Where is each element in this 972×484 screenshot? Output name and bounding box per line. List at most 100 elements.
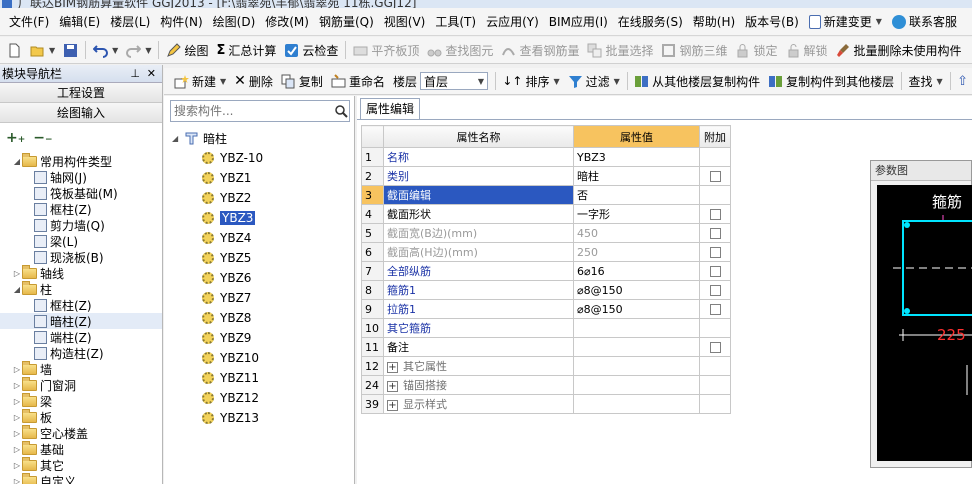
- menu-online[interactable]: 在线服务(S): [613, 8, 688, 36]
- expand-all-icon[interactable]: ++: [6, 130, 25, 146]
- property-value-cell[interactable]: 450: [573, 223, 700, 243]
- property-value-cell[interactable]: [573, 394, 700, 414]
- nav-tree-item[interactable]: ▷ 轴线: [0, 264, 162, 281]
- component-search-input[interactable]: [170, 100, 350, 122]
- property-row[interactable]: 10 其它箍筋: [361, 318, 731, 338]
- component-item[interactable]: YBZ7: [172, 288, 263, 308]
- component-item[interactable]: YBZ1: [172, 168, 263, 188]
- expand-toggle-icon[interactable]: ▷: [12, 365, 22, 374]
- undo-button[interactable]: ▼: [89, 39, 122, 61]
- nav-tree-item[interactable]: 剪力墙(Q): [0, 217, 162, 233]
- property-row[interactable]: 6 截面高(H边)(mm) 250: [361, 242, 731, 262]
- menu-help[interactable]: 帮助(H): [688, 8, 740, 36]
- copy-to-floor-button[interactable]: 复制构件到其他楼层: [764, 70, 898, 92]
- property-value-cell[interactable]: ⌀8@150: [573, 299, 700, 319]
- component-item[interactable]: YBZ9: [172, 328, 263, 348]
- property-row[interactable]: 11 备注: [361, 337, 731, 357]
- cloud-check-button[interactable]: 云检查: [280, 39, 342, 61]
- open-file-button[interactable]: ▼: [26, 39, 59, 61]
- extra-checkbox[interactable]: [709, 266, 721, 277]
- extra-checkbox[interactable]: [709, 228, 721, 239]
- find-button[interactable]: 查找 ▼: [905, 70, 947, 92]
- nav-tree-item[interactable]: 轴网(J): [0, 169, 162, 185]
- property-value-cell[interactable]: 6⌀16: [573, 261, 700, 281]
- nav-tree-item[interactable]: 框柱(Z): [0, 297, 162, 313]
- collapse-toggle-icon[interactable]: ◢: [12, 285, 22, 294]
- property-value-cell[interactable]: [573, 356, 700, 376]
- expand-toggle-icon[interactable]: ▷: [12, 269, 22, 278]
- expand-toggle-icon[interactable]: ▷: [12, 429, 22, 438]
- component-item[interactable]: YBZ6: [172, 268, 263, 288]
- new-component-button[interactable]: 新建 ▼: [170, 70, 230, 92]
- component-item[interactable]: YBZ3: [172, 208, 263, 228]
- expand-toggle-icon[interactable]: ▷: [12, 477, 22, 484]
- expand-plus-icon[interactable]: +: [387, 381, 398, 392]
- search-icon[interactable]: [334, 104, 348, 118]
- component-item[interactable]: YBZ10: [172, 348, 263, 368]
- component-item[interactable]: YBZ-10: [172, 148, 263, 168]
- menu-version[interactable]: 版本号(B): [740, 8, 804, 36]
- sort-button[interactable]: ↓↑ 排序 ▼: [498, 70, 563, 92]
- nav-tree-item[interactable]: ▷ 门窗洞: [0, 376, 162, 393]
- extra-checkbox[interactable]: [709, 285, 721, 296]
- property-row[interactable]: 7 全部纵筋 6⌀16: [361, 261, 731, 281]
- extra-checkbox[interactable]: [709, 342, 721, 353]
- property-value-cell[interactable]: [573, 337, 700, 357]
- component-item[interactable]: YBZ12: [172, 388, 263, 408]
- property-value-cell[interactable]: [573, 375, 700, 395]
- floor-dropdown[interactable]: 首层 ▼: [419, 72, 488, 90]
- property-value-cell[interactable]: 250: [573, 242, 700, 262]
- nav-tree-item[interactable]: 筏板基础(M): [0, 185, 162, 201]
- property-value-cell[interactable]: [573, 318, 700, 338]
- expand-toggle-icon[interactable]: ▷: [12, 413, 22, 422]
- property-value-cell[interactable]: 暗柱: [573, 166, 700, 186]
- menu-bim[interactable]: BIM应用(I): [544, 8, 613, 36]
- draw-button[interactable]: 绘图: [162, 39, 212, 61]
- property-row[interactable]: 2 类别 暗柱: [361, 166, 731, 186]
- find-element-button[interactable]: 查找图元: [423, 39, 497, 61]
- lock-button[interactable]: 锁定: [731, 39, 781, 61]
- nav-tree-item[interactable]: ▷ 墙: [0, 360, 162, 377]
- nav-tree-item[interactable]: ▷ 板: [0, 408, 162, 425]
- project-settings-button[interactable]: 工程设置: [0, 83, 162, 103]
- property-value-cell[interactable]: ⌀8@150: [573, 280, 700, 300]
- sum-calc-button[interactable]: Σ 汇总计算: [212, 39, 280, 61]
- move-up-button[interactable]: ⇧: [953, 70, 972, 92]
- nav-tree-item[interactable]: ▷ 其它: [0, 456, 162, 473]
- property-value-cell[interactable]: 一字形: [573, 204, 700, 224]
- copy-from-floor-button[interactable]: 从其他楼层复制构件: [630, 70, 764, 92]
- menu-tools[interactable]: 工具(T): [430, 8, 481, 36]
- nav-tree-item[interactable]: 构造柱(Z): [0, 345, 162, 361]
- property-row[interactable]: 12 + 其它属性: [361, 356, 731, 376]
- menu-draw[interactable]: 绘图(D): [208, 8, 261, 36]
- close-icon[interactable]: ✕: [147, 65, 156, 83]
- extra-checkbox[interactable]: [709, 247, 721, 258]
- component-item[interactable]: YBZ13: [172, 408, 263, 428]
- redo-button[interactable]: ▼: [122, 39, 155, 61]
- nav-tree-item[interactable]: ◢ 常用构件类型: [0, 152, 162, 169]
- property-row[interactable]: 8 箍筋1 ⌀8@150: [361, 280, 731, 300]
- expand-toggle-icon[interactable]: ▷: [12, 381, 22, 390]
- unlock-button[interactable]: 解锁: [782, 39, 832, 61]
- component-item[interactable]: YBZ5: [172, 248, 263, 268]
- property-row[interactable]: 3 截面编辑 否: [361, 185, 731, 205]
- property-row[interactable]: 24 + 锚固搭接: [361, 375, 731, 395]
- delete-component-button[interactable]: ✕ 删除: [230, 70, 277, 92]
- save-button[interactable]: [59, 39, 82, 61]
- menu-edit[interactable]: 编辑(E): [54, 8, 105, 36]
- menu-floor[interactable]: 楼层(L): [105, 8, 155, 36]
- nav-tree-item[interactable]: 端柱(Z): [0, 329, 162, 345]
- property-row[interactable]: 1 名称 YBZ3: [361, 147, 731, 167]
- component-item[interactable]: YBZ2: [172, 188, 263, 208]
- property-row[interactable]: 5 截面宽(B边)(mm) 450: [361, 223, 731, 243]
- menu-component[interactable]: 构件(N): [155, 8, 207, 36]
- menu-rebar[interactable]: 钢筋量(Q): [314, 8, 379, 36]
- filter-button[interactable]: 过滤 ▼: [564, 70, 624, 92]
- expand-toggle-icon[interactable]: ▷: [12, 461, 22, 470]
- flat-slab-top-button[interactable]: 平齐板顶: [349, 39, 423, 61]
- extra-checkbox[interactable]: [709, 209, 721, 220]
- batch-select-button[interactable]: 批量选择: [583, 39, 657, 61]
- collapse-toggle-icon[interactable]: ◢: [12, 157, 22, 166]
- expand-plus-icon[interactable]: +: [387, 400, 398, 411]
- pin-icon[interactable]: ⊥: [130, 65, 140, 83]
